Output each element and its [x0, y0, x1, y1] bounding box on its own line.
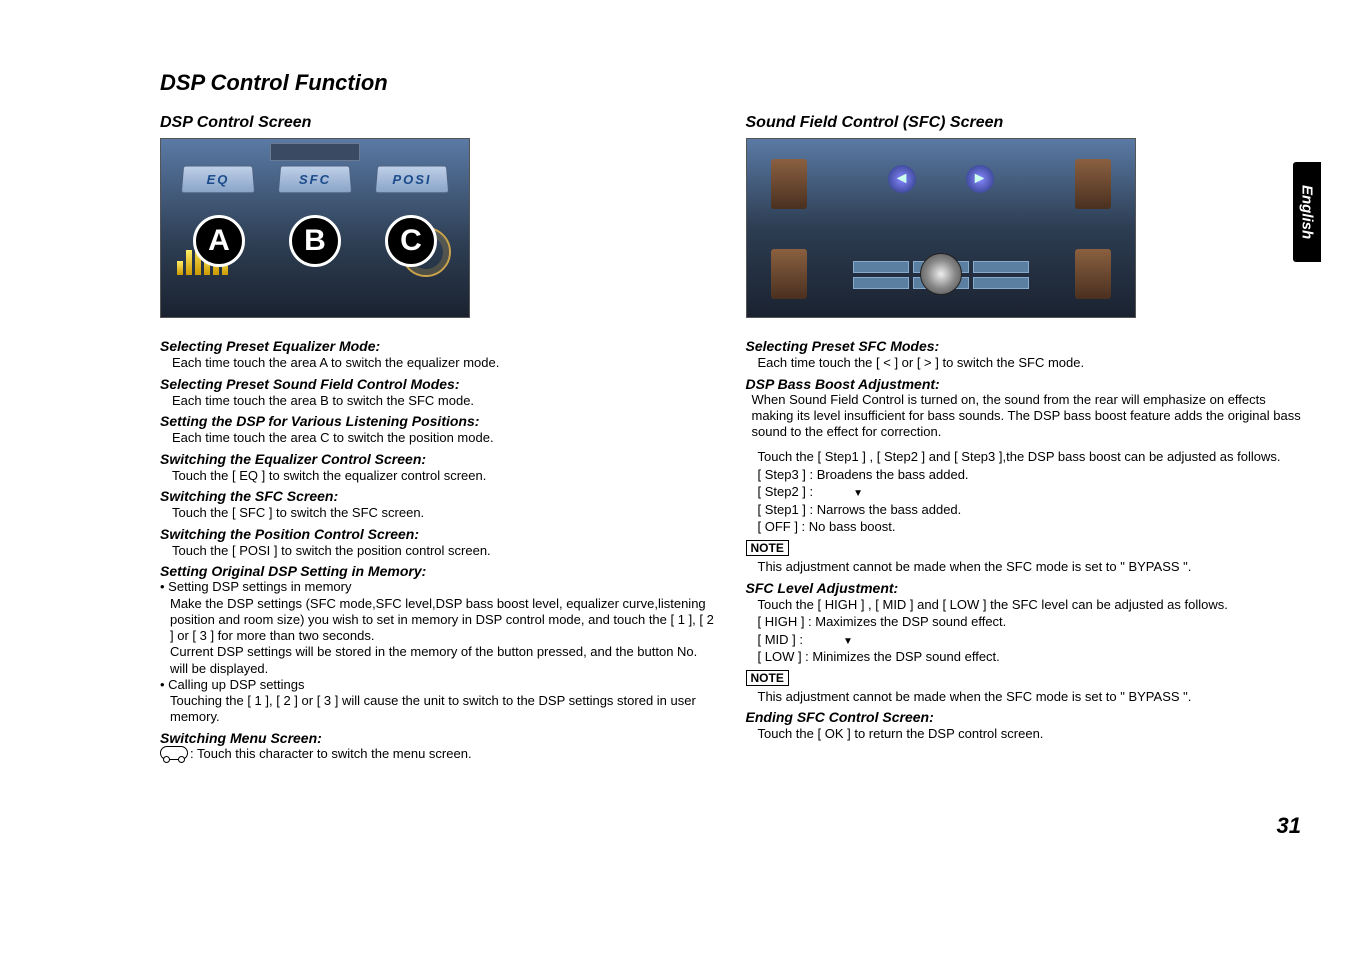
ending-sfc-head: Ending SFC Control Screen: [746, 709, 1302, 725]
memory-item-1-body: Make the DSP settings (SFC mode,SFC leve… [170, 596, 716, 677]
prev-arrow-icon[interactable]: ◄ [888, 165, 916, 193]
body: Touch the [ POSI ] to switch the positio… [160, 542, 716, 560]
speaker-rear-left-icon [771, 249, 807, 299]
preset-sfc-modes: Selecting Preset Sound Field Control Mod… [160, 376, 716, 410]
page-title: DSP Control Function [160, 70, 1301, 96]
pad [853, 261, 909, 273]
subhead: Switching the Equalizer Control Screen: [160, 451, 716, 467]
body: Touch the [ EQ ] to switch the equalizer… [160, 467, 716, 485]
pad [973, 277, 1029, 289]
sfc-screen-heading: Sound Field Control (SFC) Screen [746, 114, 1302, 132]
switching-menu-body: : Touch this character to switch the men… [160, 746, 716, 762]
bass-step2: [ Step2 ] : [746, 483, 1302, 501]
switch-eq-screen: Switching the Equalizer Control Screen: … [160, 451, 716, 485]
memory-item-2: Calling up DSP settings Touching the [ 1… [160, 677, 716, 726]
car-icon[interactable] [160, 746, 188, 760]
top-panel-deco [270, 143, 360, 161]
preset-eq-mode: Selecting Preset Equalizer Mode: Each ti… [160, 338, 716, 372]
subhead: Selecting Preset Equalizer Mode: [160, 338, 716, 354]
memory-item-2-body: Touching the [ 1 ], [ 2 ] or [ 3 ] will … [170, 693, 716, 726]
setting-memory-head: Setting Original DSP Setting in Memory: [160, 563, 716, 579]
dsp-control-screenshot: EQ SFC POSI A B C [160, 138, 470, 318]
listening-positions: Setting the DSP for Various Listening Po… [160, 413, 716, 447]
switch-position-screen: Switching the Position Control Screen: T… [160, 526, 716, 560]
bass-step1: [ Step1 ] : Narrows the bass added. [746, 501, 1302, 519]
body: Touch the [ SFC ] to switch the SFC scre… [160, 504, 716, 522]
page-number: 31 [1277, 813, 1301, 839]
content-columns: DSP Control Screen EQ SFC POSI A B C Sel… [160, 114, 1301, 762]
subhead: Switching the SFC Screen: [160, 488, 716, 504]
memory-item-2-title: Calling up DSP settings [168, 677, 304, 692]
memory-item-1-title: Setting DSP settings in memory [168, 579, 351, 594]
note-1-body: This adjustment cannot be made when the … [746, 558, 1302, 576]
arrow-buttons: ◄ ► [888, 165, 994, 193]
posi-tab[interactable]: POSI [375, 166, 449, 194]
bass-boost-head: DSP Bass Boost Adjustment: [746, 376, 1302, 392]
sfc-level-body1: Touch the [ HIGH ] , [ MID ] and [ LOW ]… [746, 596, 1302, 614]
sfc-screenshot: ◄ ► [746, 138, 1136, 318]
letter-overlays: A B C [161, 215, 469, 267]
sfc-level-head: SFC Level Adjustment: [746, 580, 1302, 596]
memory-item-1: Setting DSP settings in memory Make the … [160, 579, 716, 677]
bass-step3: [ Step3 ] : Broadens the bass added. [746, 466, 1302, 484]
bass-boost-intro: When Sound Field Control is turned on, t… [746, 392, 1302, 441]
sfc-mid: [ MID ] : [746, 631, 1302, 649]
subhead: Switching the Position Control Screen: [160, 526, 716, 542]
eq-tab[interactable]: EQ [180, 166, 254, 194]
sfc-high: [ HIGH ] : Maximizes the DSP sound effec… [746, 613, 1302, 631]
speaker-front-left-icon [771, 159, 807, 209]
area-a-label: A [193, 215, 245, 267]
right-column: Sound Field Control (SFC) Screen ◄ ► Sel… [746, 114, 1302, 762]
note-label-2: NOTE [746, 670, 789, 686]
center-disc-icon [920, 253, 962, 295]
memory-list: Setting DSP settings in memory Make the … [160, 579, 716, 725]
next-arrow-icon[interactable]: ► [966, 165, 994, 193]
language-side-tab: English [1293, 162, 1321, 262]
subhead: Setting the DSP for Various Listening Po… [160, 413, 716, 429]
sfc-tab[interactable]: SFC [278, 166, 352, 194]
switching-menu-text: : Touch this character to switch the men… [190, 746, 472, 761]
sfc-low: [ LOW ] : Minimizes the DSP sound effect… [746, 648, 1302, 666]
pad [853, 277, 909, 289]
subhead: Selecting Preset Sound Field Control Mod… [160, 376, 716, 392]
pad [973, 261, 1029, 273]
preset-sfc-body: Each time touch the [ < ] or [ > ] to sw… [746, 354, 1302, 372]
area-c-label: C [385, 215, 437, 267]
switching-menu-head: Switching Menu Screen: [160, 730, 716, 746]
body: Each time touch the area B to switch the… [160, 392, 716, 410]
dsp-control-screen-heading: DSP Control Screen [160, 114, 716, 132]
bass-boost-body1: Touch the [ Step1 ] , [ Step2 ] and [ St… [746, 448, 1302, 466]
bass-off: [ OFF ] : No bass boost. [746, 518, 1302, 536]
ending-sfc-body: Touch the [ OK ] to return the DSP contr… [746, 725, 1302, 743]
note-label-1: NOTE [746, 540, 789, 556]
body: Each time touch the area C to switch the… [160, 429, 716, 447]
body: Each time touch the area A to switch the… [160, 354, 716, 372]
note-2-body: This adjustment cannot be made when the … [746, 688, 1302, 706]
preset-sfc-head: Selecting Preset SFC Modes: [746, 338, 1302, 354]
tab-row: EQ SFC POSI [161, 165, 469, 193]
speaker-front-right-icon [1075, 159, 1111, 209]
left-column: DSP Control Screen EQ SFC POSI A B C Sel… [160, 114, 716, 762]
switch-sfc-screen: Switching the SFC Screen: Touch the [ SF… [160, 488, 716, 522]
area-b-label: B [289, 215, 341, 267]
speaker-rear-right-icon [1075, 249, 1111, 299]
